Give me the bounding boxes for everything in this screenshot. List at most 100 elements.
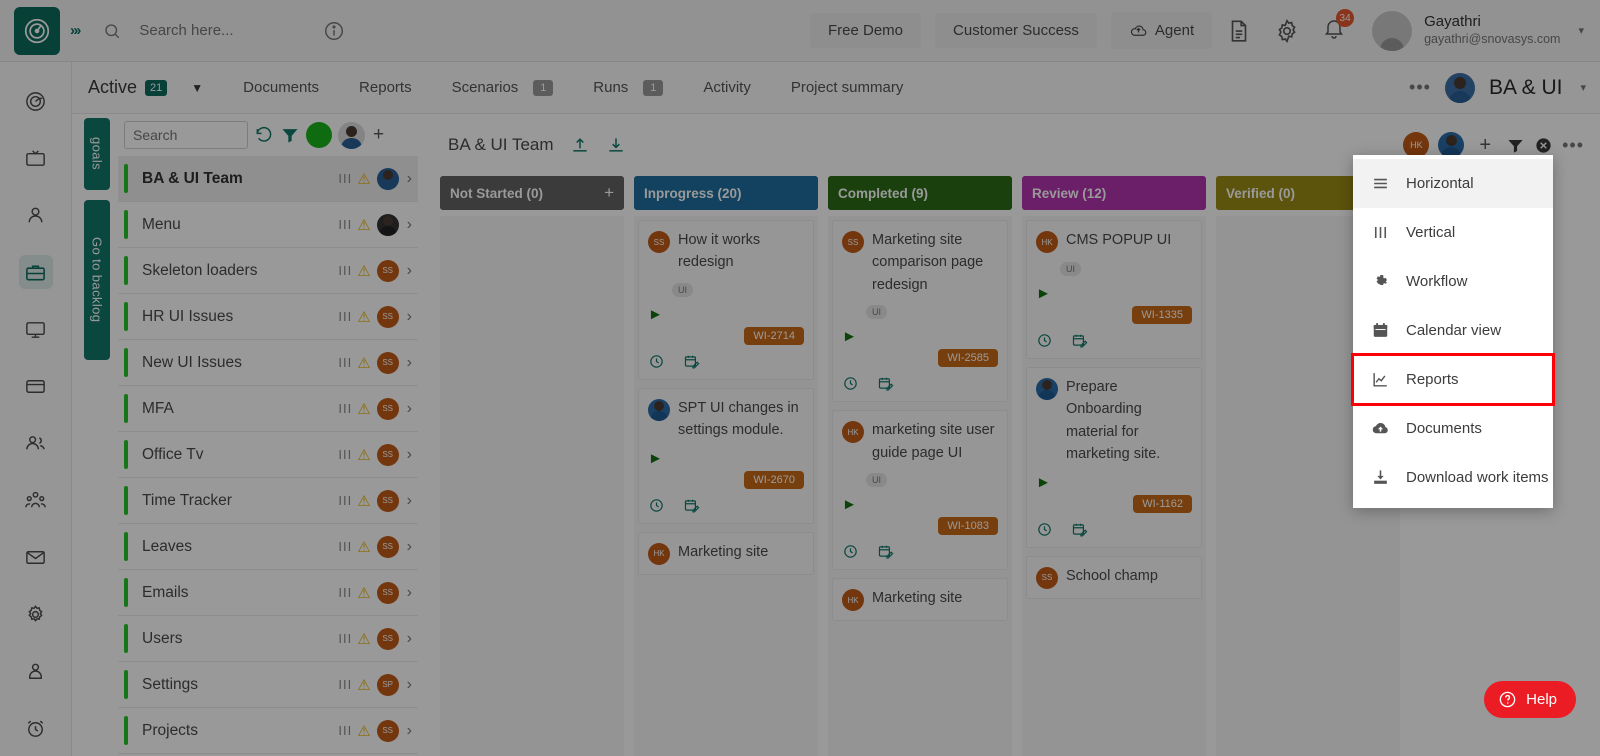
avatar[interactable] — [1372, 10, 1413, 51]
work-item-id-badge[interactable]: WI-2585 — [938, 349, 998, 368]
clear-circle-icon[interactable] — [1534, 136, 1553, 155]
card-avatar[interactable]: SS — [1036, 566, 1058, 589]
card[interactable]: HK CMS POPUP UI UI ► WI-1335 — [1026, 220, 1202, 359]
project-avatar[interactable] — [376, 167, 399, 190]
project-avatar[interactable]: SP — [376, 673, 399, 696]
chevron-right-icon[interactable]: › — [407, 170, 412, 188]
chevron-right-icon[interactable]: › — [407, 630, 412, 648]
customer-success-button[interactable]: Customer Success — [935, 13, 1097, 48]
clock-icon[interactable] — [1036, 332, 1053, 349]
filter-icon[interactable] — [1506, 136, 1525, 155]
clock-icon[interactable] — [648, 353, 665, 370]
project-row-users[interactable]: Users III ⚠ SS › — [118, 616, 418, 662]
project-row-skeleton-loaders[interactable]: Skeleton loaders III ⚠ SS › — [118, 248, 418, 294]
team-dropdown-caret-icon[interactable]: ▾ — [1580, 81, 1586, 94]
project-row-leaves[interactable]: Leaves III ⚠ SS › — [118, 524, 418, 570]
tab-project-summary[interactable]: Project summary — [791, 79, 904, 96]
rail-item-card[interactable] — [19, 369, 53, 403]
chevron-right-icon[interactable]: › — [407, 492, 412, 510]
project-owner-avatar[interactable] — [338, 121, 365, 149]
column-body[interactable]: SS How it works redesign UI ► WI-2714 SP… — [634, 216, 818, 756]
upload-icon[interactable] — [570, 135, 590, 155]
document-icon[interactable] — [1226, 18, 1252, 44]
card-avatar[interactable]: HK — [648, 542, 670, 565]
add-project-button[interactable]: + — [373, 124, 384, 146]
card[interactable]: SS How it works redesign UI ► WI-2714 — [638, 220, 814, 380]
column-header[interactable]: Review (12) — [1022, 176, 1206, 210]
chevron-right-icon[interactable]: › — [407, 262, 412, 280]
column-body[interactable]: HK CMS POPUP UI UI ► WI-1335 Prepare Onb… — [1022, 216, 1206, 756]
menu-item-vertical[interactable]: Vertical — [1353, 208, 1553, 257]
card-avatar[interactable] — [648, 398, 670, 421]
rail-item-briefcase[interactable] — [18, 255, 53, 289]
work-item-id-badge[interactable]: WI-1335 — [1132, 306, 1192, 324]
global-search[interactable] — [103, 13, 310, 49]
project-row-ba-ui-team[interactable]: BA & UI Team III ⚠ › — [118, 156, 418, 202]
calendar-edit-icon[interactable] — [877, 375, 894, 392]
filter-icon[interactable] — [280, 125, 300, 145]
start-timer-icon[interactable]: ► — [648, 306, 804, 323]
chevron-right-icon[interactable]: › — [407, 354, 412, 372]
project-avatar[interactable]: SS — [376, 489, 399, 512]
calendar-edit-icon[interactable] — [683, 497, 700, 514]
start-timer-icon[interactable]: ► — [1036, 285, 1192, 302]
project-row-hr-ui-issues[interactable]: HR UI Issues III ⚠ SS › — [118, 294, 418, 340]
free-demo-button[interactable]: Free Demo — [810, 13, 922, 48]
calendar-edit-icon[interactable] — [877, 543, 894, 560]
app-logo[interactable] — [14, 6, 60, 55]
work-item-id-badge[interactable]: WI-2670 — [744, 470, 804, 489]
download-icon[interactable] — [606, 135, 626, 155]
notifications-button[interactable]: 34 — [1322, 9, 1355, 45]
menu-item-download-work-items[interactable]: Download work items — [1353, 453, 1553, 502]
info-circle-icon[interactable] — [323, 20, 345, 42]
card-avatar[interactable]: SS — [842, 231, 864, 253]
tab-documents[interactable]: Documents — [243, 79, 319, 96]
chevron-right-icon[interactable]: › — [407, 676, 412, 694]
project-avatar[interactable]: SS — [376, 535, 399, 558]
rail-item-mail[interactable] — [19, 540, 53, 574]
project-avatar[interactable]: SS — [376, 259, 399, 282]
column-body[interactable] — [440, 216, 624, 756]
team-avatar[interactable] — [1444, 72, 1475, 103]
calendar-edit-icon[interactable] — [1071, 332, 1088, 349]
start-timer-icon[interactable]: ► — [648, 450, 804, 467]
calendar-edit-icon[interactable] — [1071, 521, 1088, 538]
project-row-emails[interactable]: Emails III ⚠ SS › — [118, 570, 418, 616]
chevron-right-icon[interactable]: › — [407, 722, 412, 740]
chevron-right-icon[interactable]: › — [407, 400, 412, 418]
project-avatar[interactable] — [376, 213, 399, 236]
goals-tab[interactable]: goals — [84, 118, 110, 190]
card-avatar[interactable]: SS — [648, 231, 670, 253]
more-options-icon[interactable]: ••• — [1409, 77, 1431, 98]
tab-runs[interactable]: Runs 1 — [593, 79, 664, 96]
chevron-right-icon[interactable]: › — [407, 446, 412, 464]
card-avatar[interactable]: HK — [842, 421, 864, 444]
rail-item-users[interactable] — [19, 426, 53, 460]
menu-item-horizontal[interactable]: Horizontal — [1353, 159, 1553, 208]
chevron-right-icon[interactable]: › — [407, 538, 412, 556]
card-avatar[interactable]: HK — [1036, 231, 1058, 253]
project-row-projects[interactable]: Projects III ⚠ SS › — [118, 708, 418, 754]
rail-item-alarm[interactable] — [19, 711, 53, 745]
active-filter[interactable]: Active 21 — [88, 77, 168, 98]
clock-icon[interactable] — [1036, 521, 1053, 538]
project-row-office-tv[interactable]: Office Tv III ⚠ SS › — [118, 432, 418, 478]
chevron-right-icon[interactable]: › — [407, 308, 412, 326]
refresh-icon[interactable] — [254, 125, 274, 145]
add-board-member-button[interactable]: + — [1479, 134, 1491, 157]
active-filter-dropdown-icon[interactable]: ▼ — [191, 81, 203, 95]
chevron-right-icon[interactable]: › — [407, 216, 412, 234]
project-row-new-ui-issues[interactable]: New UI Issues III ⚠ SS › — [118, 340, 418, 386]
menu-item-calendar-view[interactable]: Calendar view — [1353, 306, 1553, 355]
rail-item-settings[interactable] — [19, 597, 53, 631]
agent-button[interactable]: Agent — [1110, 12, 1213, 49]
card[interactable]: SPT UI changes in settings module. ► WI-… — [638, 387, 814, 524]
card[interactable]: SS School champ — [1026, 555, 1202, 599]
start-timer-icon[interactable]: ► — [842, 496, 998, 513]
work-item-id-badge[interactable]: WI-1083 — [938, 517, 998, 536]
menu-item-reports[interactable]: Reports — [1351, 353, 1555, 406]
card[interactable]: HK Marketing site — [638, 531, 814, 575]
rail-item-tv[interactable] — [19, 141, 53, 175]
help-button[interactable]: Help — [1484, 681, 1576, 718]
menu-item-documents[interactable]: Documents — [1353, 404, 1553, 453]
